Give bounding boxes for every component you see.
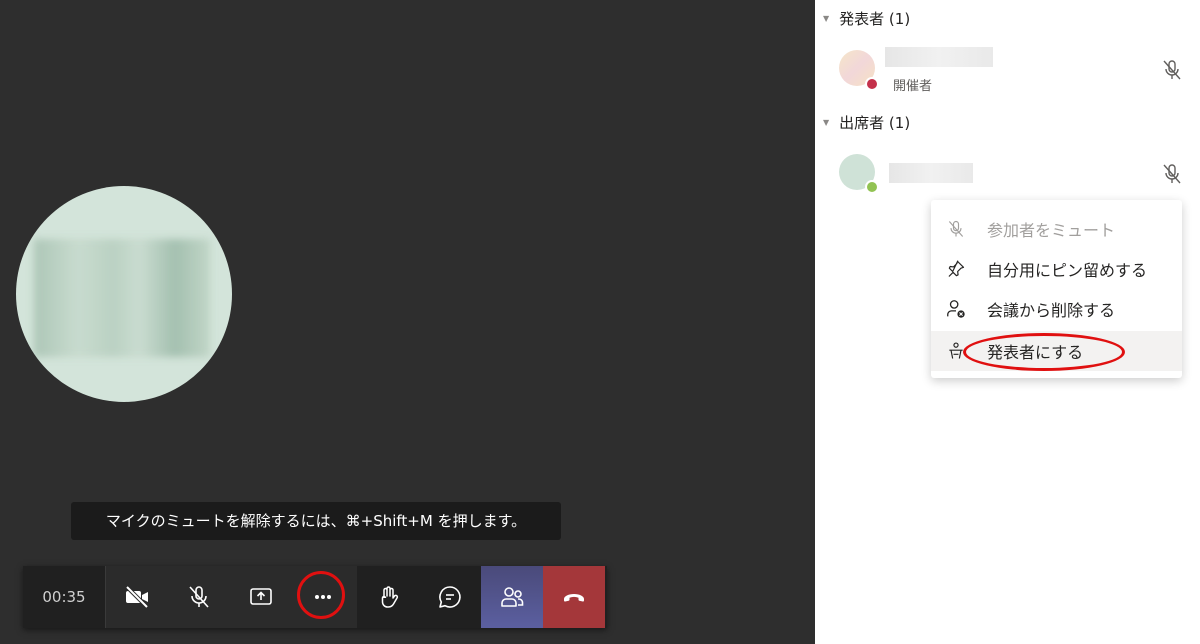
menu-item-mute-participant[interactable]: 参加者をミュート (931, 209, 1182, 249)
people-icon (501, 587, 524, 607)
blurred-participant-name (889, 163, 973, 183)
collapse-triangle-icon: ▼ (823, 14, 830, 23)
available-status-icon (865, 180, 879, 194)
camera-off-button[interactable] (106, 566, 168, 628)
camera-off-icon (125, 585, 149, 609)
raise-hand-button[interactable] (357, 566, 419, 628)
mic-off-icon (189, 586, 209, 608)
mic-off-icon (1163, 60, 1181, 80)
call-timer: 00:35 (23, 566, 106, 628)
unmute-hint-tooltip: マイクのミュートを解除するには、⌘+Shift+M を押します。 (71, 502, 561, 540)
share-screen-button[interactable] (230, 566, 292, 628)
participant-video-avatar (16, 186, 232, 402)
annotation-circle (297, 571, 345, 619)
chat-button[interactable] (419, 566, 481, 628)
more-actions-button[interactable] (292, 566, 354, 628)
participant-row-organizer[interactable]: 開催者 (839, 47, 1184, 94)
menu-item-label: 会議から削除する (987, 301, 1116, 320)
hand-icon (381, 586, 399, 608)
menu-item-remove-from-meeting[interactable]: 会議から削除する (931, 289, 1182, 329)
mic-off-icon (945, 218, 967, 240)
pin-icon (945, 258, 967, 280)
call-toolbar: 00:35 (23, 566, 607, 628)
organizer-role-label: 開催者 (893, 79, 933, 94)
mic-off-icon (1163, 164, 1181, 184)
menu-item-label: 参加者をミュート (987, 221, 1116, 240)
menu-item-label: 自分用にピン留めする (987, 261, 1148, 280)
attendees-section-header[interactable]: ▼ 出席者 (1) (823, 112, 910, 133)
blurred-face (34, 239, 210, 357)
mic-off-button[interactable] (168, 566, 230, 628)
phone-hangup-icon (563, 594, 585, 602)
participants-button[interactable] (481, 566, 543, 628)
annotation-ellipse (963, 333, 1125, 371)
chat-icon (439, 586, 461, 608)
hang-up-button[interactable] (543, 566, 605, 628)
meeting-stage: マイクのミュートを解除するには、⌘+Shift+M を押します。 00:35 (0, 0, 815, 644)
busy-status-icon (865, 77, 879, 91)
share-screen-icon (250, 588, 272, 605)
presenters-header-label: 発表者 (1) (839, 10, 911, 28)
presenters-section-header[interactable]: ▼ 発表者 (1) (823, 8, 910, 29)
attendees-header-label: 出席者 (1) (839, 114, 911, 132)
participant-row-attendee[interactable] (839, 154, 1184, 198)
menu-item-pin-for-me[interactable]: 自分用にピン留めする (931, 249, 1182, 289)
call-controls-group (106, 566, 357, 628)
blurred-participant-name (885, 47, 993, 67)
remove-person-icon (945, 298, 967, 320)
collapse-triangle-icon: ▼ (823, 118, 830, 127)
